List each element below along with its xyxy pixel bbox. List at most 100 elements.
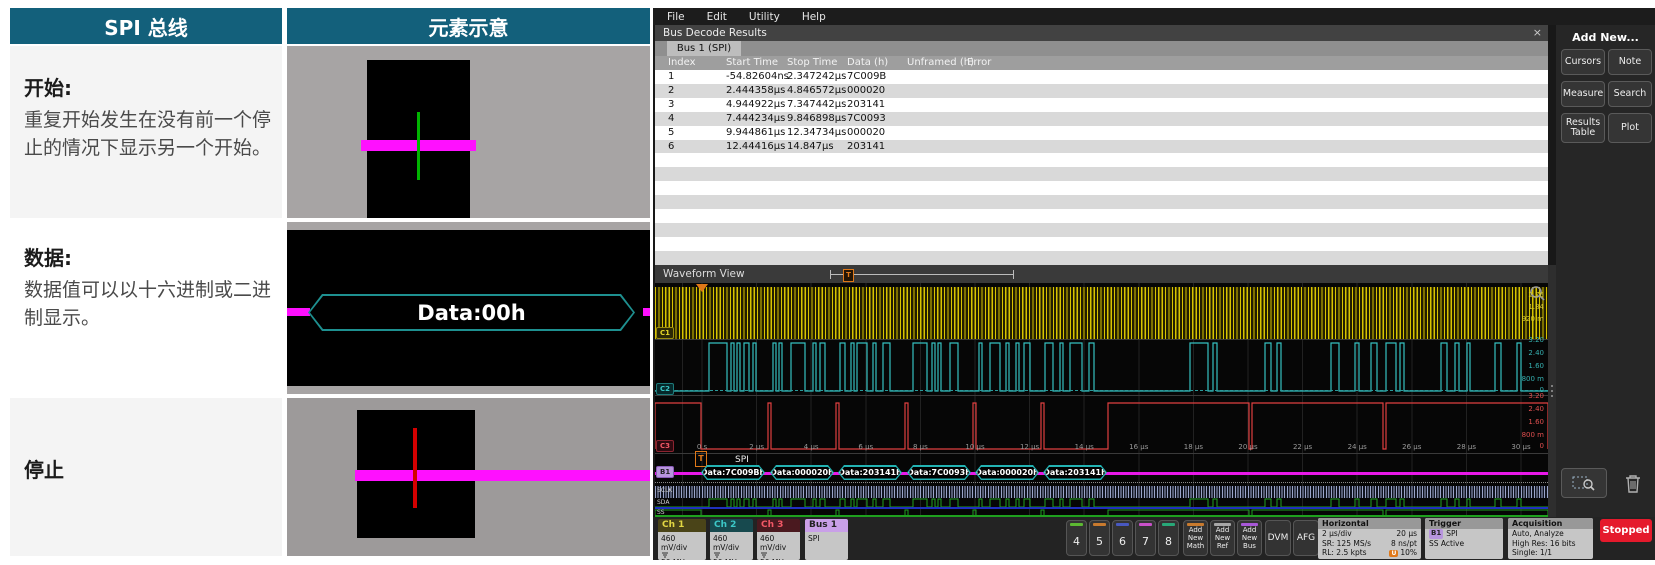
channel-badge-name: Ch 3 (757, 519, 800, 532)
trash-button[interactable] (1618, 468, 1648, 498)
channel-badge-body: 460 mV/div50 MHz (658, 532, 706, 560)
results-col-header: Start Time (726, 56, 778, 70)
channel-badge-bus-1[interactable]: Bus 1SPI (805, 519, 848, 560)
results-row[interactable] (655, 209, 1548, 223)
menu-item-help[interactable]: Help (802, 11, 826, 23)
display-button-4[interactable]: 4 (1066, 520, 1087, 556)
acquisition-panel[interactable]: Acquisition Auto, Analyze High Res: 16 b… (1508, 518, 1593, 559)
acquisition-mode: Auto, Analyze (1512, 529, 1564, 539)
results-row[interactable]: 47.444234µs9.846898µs7C0093 (655, 112, 1548, 126)
close-icon[interactable]: × (1533, 25, 1542, 41)
display-button-6[interactable]: 6 (1112, 520, 1133, 556)
horizontal-panel[interactable]: Horizontal 2 µs/div 20 µs SR: 125 MS/s 8 n… (1318, 518, 1421, 559)
results-row[interactable]: 22.444358µs4.846572µs000020 (655, 84, 1548, 98)
time-axis-label: 30 µs (1501, 443, 1541, 452)
trigger-marker-badge[interactable]: T (695, 451, 707, 467)
results-col-header: Index (668, 56, 696, 70)
display-button-7[interactable]: 7 (1135, 520, 1156, 556)
page: SPI 总线 元素示意 开始: 重复开始发生在没有前一个停止的情况下显示另一个开… (0, 0, 1655, 565)
add-new-title: Add New... (1556, 31, 1655, 44)
channel-badge-ch-2[interactable]: Ch 2460 mV/div50 MHz (710, 519, 753, 560)
pan-zoom-slider[interactable]: T (830, 270, 1014, 279)
button-color-stripe (1070, 523, 1083, 526)
channel-bandwidth: 50 MHz (760, 558, 797, 560)
add-new-ref-button[interactable]: Add New Ref (1210, 520, 1235, 556)
results-row[interactable]: 1-54.82604ns2.347242µs7C009B (655, 70, 1548, 84)
bus-decode-frame-label: Data:000020h (772, 467, 833, 479)
display-button-8[interactable]: 8 (1158, 520, 1179, 556)
tab-bus1-spi[interactable]: Bus 1 (SPI) (667, 41, 741, 56)
panel-splitter-handle[interactable] (1548, 265, 1556, 517)
trigger-position-icon[interactable] (696, 284, 708, 292)
results-col-header: Unframed (h) (907, 56, 974, 70)
doc-header-spi-bus-label: SPI 总线 (104, 12, 187, 41)
stop-marker-red (413, 428, 417, 508)
afg-button[interactable]: AFG (1293, 520, 1319, 556)
results-cell: 5 (668, 126, 674, 140)
time-axis-label: 18 µs (1173, 443, 1213, 452)
results-row[interactable] (655, 237, 1548, 251)
add-new-note-button[interactable]: Note (1608, 49, 1652, 75)
add-new-results-table-button[interactable]: Results Table (1561, 113, 1605, 143)
add-new-math-button[interactable]: Add New Math (1183, 520, 1208, 556)
trigger-panel[interactable]: Trigger B1SPI SS Active (1425, 518, 1503, 559)
channel-badge-ch-1[interactable]: Ch 1460 mV/div50 MHz (658, 519, 706, 560)
channel-badge-c2[interactable]: C2 (656, 383, 674, 395)
results-cell: 2.347242µs (787, 70, 846, 84)
bus-decode-frame-label: Data:7C009Bh (703, 467, 764, 479)
time-axis-label: 8 µs (900, 443, 940, 452)
horizontal-window: 20 µs (1396, 529, 1417, 539)
display-button-5[interactable]: 5 (1089, 520, 1110, 556)
bus-badge-b1[interactable]: B1 (656, 466, 674, 478)
menu-item-file[interactable]: File (667, 11, 685, 23)
doc-row-data-text: 数据: 数据值可以以十六进制或二进制显示。 (10, 222, 282, 394)
oscilloscope-ui: FileEditUtilityHelp Bus Decode Results ×… (653, 8, 1655, 560)
button-color-stripe (1093, 523, 1106, 526)
scale-label: 3.20 (1528, 336, 1544, 345)
bus-decode-frame: Data:203141h (838, 465, 902, 480)
bus-line-magenta (287, 308, 310, 316)
results-row[interactable] (655, 167, 1548, 181)
sample-rate: SR: 125 MS/s (1322, 539, 1371, 549)
results-row[interactable] (655, 251, 1548, 265)
results-row[interactable] (655, 195, 1548, 209)
results-row[interactable] (655, 223, 1548, 237)
add-new-measure-button[interactable]: Measure (1561, 81, 1605, 107)
waveform-plot[interactable]: 0 s2 µs4 µs6 µs8 µs10 µs12 µs14 µs16 µs1… (655, 283, 1548, 517)
channel-badge-body: 460 mV/div50 MHz (710, 532, 753, 560)
doc-header-element-label: 元素示意 (429, 12, 509, 41)
menu-item-utility[interactable]: Utility (749, 11, 780, 23)
trigger-slider-handle[interactable]: T (843, 269, 854, 282)
zoom-box-icon (1572, 475, 1596, 491)
spi-doc-table: SPI 总线 元素示意 开始: 重复开始发生在没有前一个停止的情况下显示另一个开… (10, 8, 650, 556)
menu-item-edit[interactable]: Edit (707, 11, 727, 23)
horizontal-panel-title: Horizontal (1318, 518, 1421, 529)
channel-badge-c1[interactable]: C1 (656, 327, 674, 339)
add-new-bus-button[interactable]: Add New Bus (1237, 520, 1262, 556)
button-color-stripe (1187, 523, 1204, 526)
sample-interval: 8 ns/pt (1391, 539, 1417, 549)
start-diagram (287, 46, 650, 218)
time-axis-label: 24 µs (1337, 443, 1377, 452)
add-new-search-button[interactable]: Search (1608, 81, 1652, 107)
channel-scale: SPI (808, 534, 845, 543)
channel-badge-c3[interactable]: C3 (656, 440, 674, 452)
results-row[interactable]: 34.944922µs7.347442µs203141 (655, 98, 1548, 112)
results-row[interactable] (655, 181, 1548, 195)
stopped-status-button[interactable]: Stopped (1600, 519, 1652, 542)
channel-badge-ch-3[interactable]: Ch 3460 mV/div50 MHz (757, 519, 800, 560)
waveform-view-title: Waveform View (655, 265, 1548, 283)
add-new-plot-button[interactable]: Plot (1608, 113, 1652, 143)
horizontal-position: 10% (1400, 548, 1417, 557)
results-row[interactable]: 59.944861µs12.34734µs000020 (655, 126, 1548, 140)
add-new-cursors-button[interactable]: Cursors (1561, 49, 1605, 75)
zoom-mode-button[interactable] (1561, 468, 1607, 498)
start-marker-green (417, 112, 420, 180)
dvm-button[interactable]: DVM (1265, 520, 1291, 556)
horizontal-scale: 2 µs/div (1322, 529, 1352, 539)
results-row[interactable]: 612.44416µs14.847µs203141 (655, 140, 1548, 154)
waveform-view-window: Waveform View T 0 s2 µs4 µs6 µs8 µs10 µs… (655, 265, 1548, 517)
results-cell: 7C0093 (847, 112, 886, 126)
results-table-header: IndexStart TimeStop TimeData (h)Unframed… (655, 56, 1548, 70)
results-row[interactable] (655, 153, 1548, 167)
